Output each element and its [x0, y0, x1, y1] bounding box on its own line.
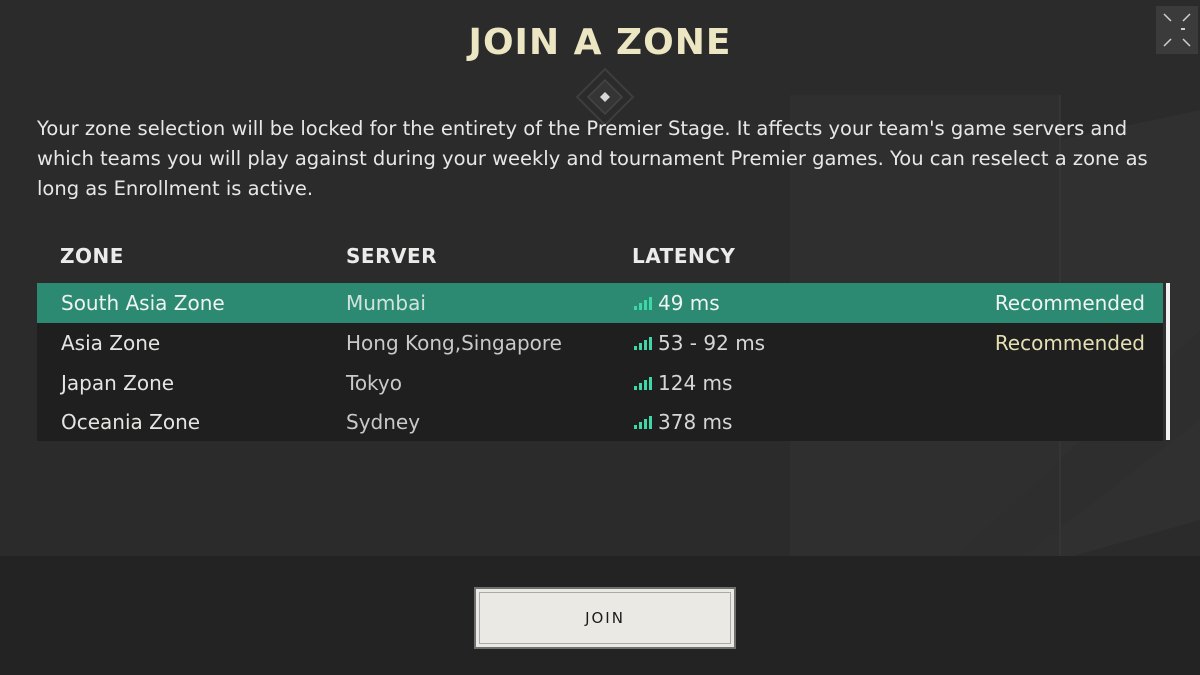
- dialog-description: Your zone selection will be locked for t…: [37, 117, 1148, 200]
- latency-text: 378 ms: [658, 410, 733, 434]
- signal-strength-icon: [634, 337, 652, 350]
- dialog-title: JOIN A ZONE: [468, 22, 732, 63]
- join-button[interactable]: JOIN: [474, 587, 736, 649]
- zone-row-japan[interactable]: Japan Zone Tokyo 124 ms: [37, 363, 1163, 403]
- server-name: Hong Kong,Singapore: [346, 331, 562, 355]
- server-name: Sydney: [346, 410, 421, 434]
- zone-row-asia[interactable]: Asia Zone Hong Kong,Singapore 53 - 92 ms…: [37, 323, 1163, 363]
- zone-row-south-asia[interactable]: South Asia Zone Mumbai 49 ms Recommended: [37, 283, 1163, 323]
- join-zone-dialog: JOIN A ZONE Your zone selection will be …: [0, 0, 1200, 675]
- zone-table: South Asia Zone Mumbai 49 ms Recommended…: [37, 283, 1163, 441]
- expand-icon: [1163, 13, 1191, 47]
- latency-text: 49 ms: [658, 291, 720, 315]
- column-header-zone: ZONE: [60, 244, 124, 268]
- server-name: Tokyo: [346, 371, 402, 395]
- zone-name: Asia Zone: [61, 331, 161, 355]
- recommended-label: Recommended: [994, 331, 1145, 355]
- latency-value: 53 - 92 ms: [634, 331, 765, 355]
- zone-name: Japan Zone: [61, 371, 175, 395]
- column-header-server: SERVER: [346, 244, 438, 268]
- zone-row-oceania[interactable]: Oceania Zone Sydney 378 ms: [37, 402, 1163, 442]
- signal-strength-icon: [634, 297, 652, 310]
- server-name: Mumbai: [346, 291, 426, 315]
- signal-strength-icon: [634, 377, 652, 390]
- table-scrollbar[interactable]: [1166, 283, 1170, 440]
- signal-strength-icon: [634, 416, 652, 429]
- latency-text: 124 ms: [658, 371, 733, 395]
- zone-name: South Asia Zone: [61, 291, 225, 315]
- latency-value: 124 ms: [634, 371, 732, 395]
- latency-value: 49 ms: [634, 291, 720, 315]
- zone-name: Oceania Zone: [61, 410, 201, 434]
- column-header-latency: LATENCY: [632, 244, 736, 268]
- latency-value: 378 ms: [634, 410, 732, 434]
- expand-button[interactable]: [1156, 6, 1198, 54]
- recommended-label: Recommended: [994, 291, 1145, 315]
- latency-text: 53 - 92 ms: [658, 331, 766, 355]
- table-header: ZONE SERVER LATENCY: [60, 244, 1160, 272]
